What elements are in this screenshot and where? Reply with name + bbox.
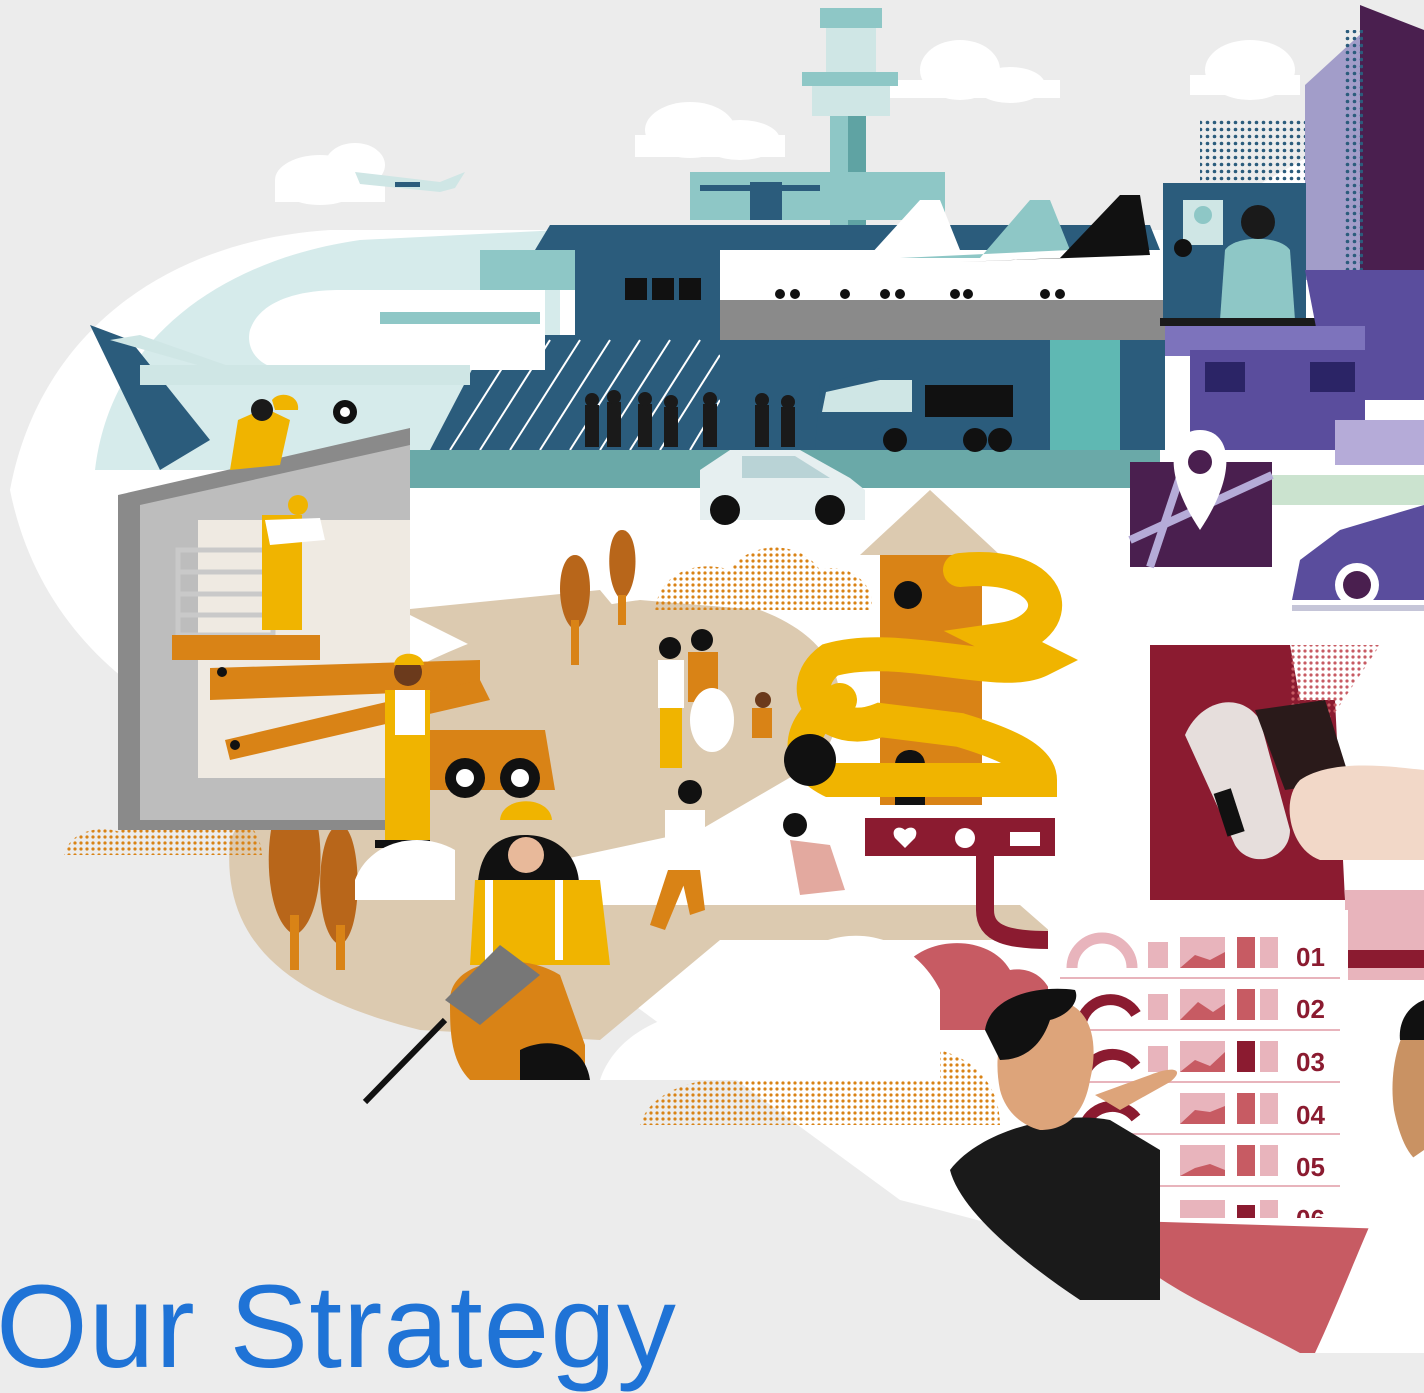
dashboard-row-label: 01 (1296, 942, 1325, 972)
dashboard-row-label: 03 (1296, 1047, 1325, 1077)
page-title: Our Strategy (0, 1261, 677, 1393)
train (815, 368, 1025, 452)
dashboard-row-label: 04 (1296, 1100, 1325, 1130)
illustration: 01 02 03 04 05 06 (10, 5, 1424, 1353)
dashboard-row-label: 02 (1296, 994, 1325, 1024)
dashboard-row-label: 05 (1296, 1152, 1325, 1182)
